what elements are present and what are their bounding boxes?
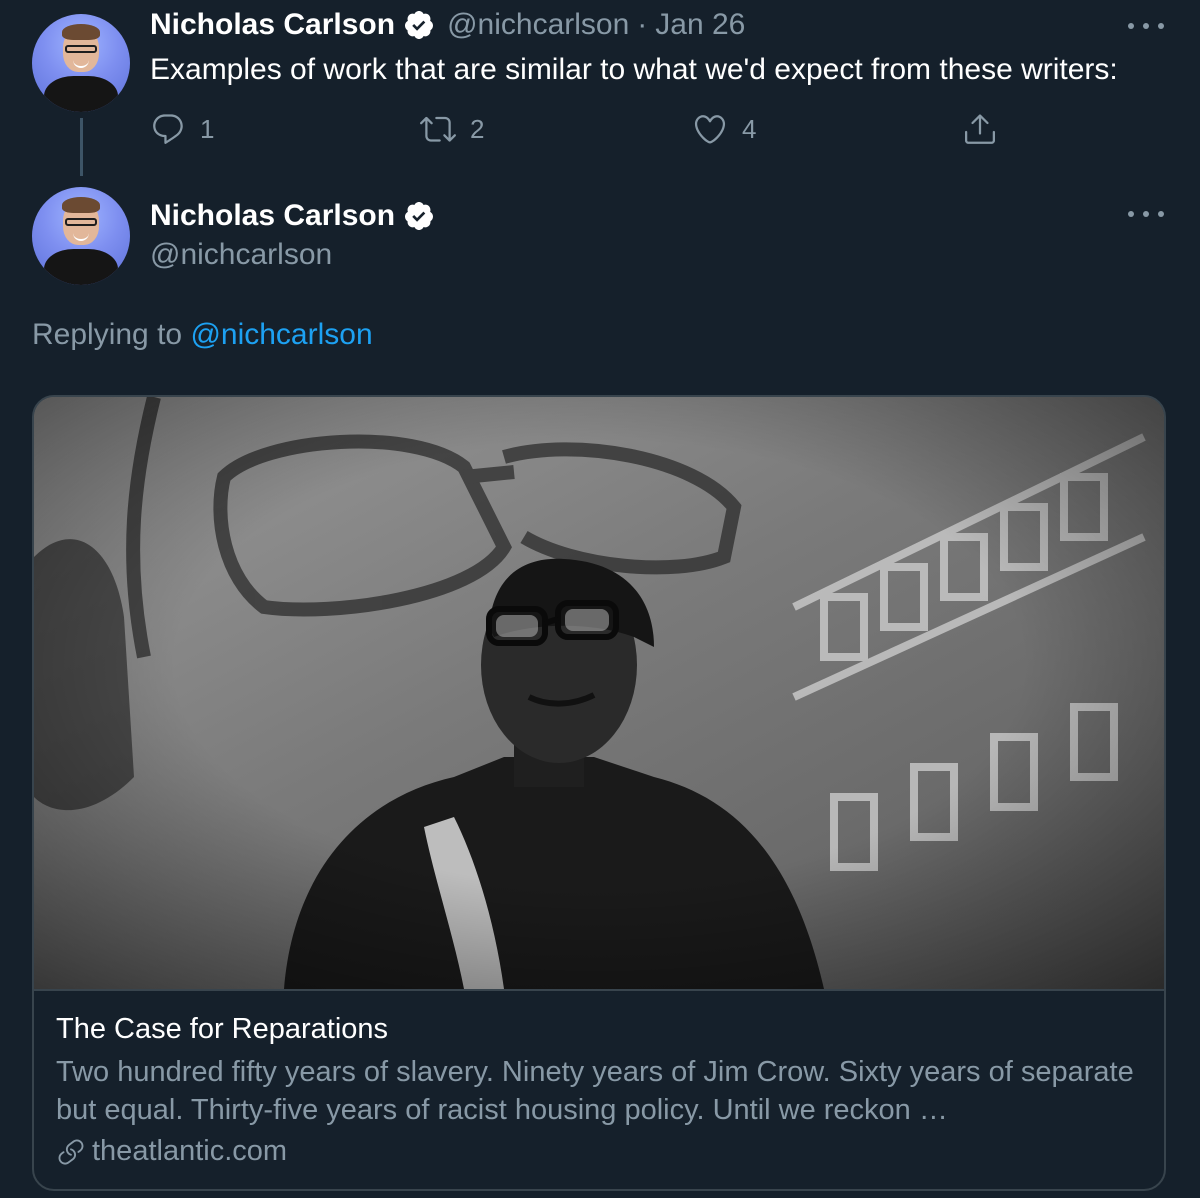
tweet-thread: Nicholas Carlson @nichcarlson · Jan 26 E… (0, 0, 1200, 1198)
author-handle[interactable]: @nichcarlson (447, 8, 629, 42)
card-domain: theatlantic.com (56, 1135, 287, 1168)
more-options-icon[interactable] (1128, 209, 1164, 219)
tweet-text: Examples of work that are similar to wha… (150, 53, 1118, 86)
tweet-1-header: Nicholas Carlson @nichcarlson · Jan 26 (150, 8, 745, 42)
card-description: Two hundred fifty years of slavery. Nine… (56, 1056, 1134, 1126)
author-handle[interactable]: @nichcarlson (150, 238, 332, 272)
tweet-date[interactable]: Jan 26 (655, 8, 745, 42)
link-icon (58, 1139, 84, 1165)
tweet-2-header: Nicholas Carlson (150, 199, 435, 233)
card-domain-text[interactable]: theatlantic.com (92, 1135, 287, 1168)
card-title: The Case for Reparations (56, 1013, 389, 1045)
retweet-icon (420, 116, 456, 142)
card-image[interactable] (34, 397, 1164, 989)
avatar[interactable] (32, 14, 130, 112)
separator-dot: · (637, 8, 648, 41)
share-icon (965, 114, 995, 144)
thread-connector (80, 118, 83, 176)
tweet-actions: 1 2 4 (150, 108, 1010, 150)
reply-button[interactable]: 1 (150, 108, 214, 150)
mention-link[interactable]: @nichcarlson (190, 318, 372, 351)
verified-badge-icon (403, 200, 435, 232)
card-divider (34, 989, 1164, 991)
verified-badge-icon (403, 9, 435, 41)
like-button[interactable]: 4 (692, 108, 756, 150)
like-count: 4 (742, 113, 757, 144)
reply-count: 1 (200, 113, 215, 144)
reply-icon (153, 114, 183, 144)
heart-icon (694, 115, 726, 144)
share-button[interactable] (962, 108, 998, 150)
replying-prefix: Replying to (32, 318, 183, 351)
retweet-button[interactable]: 2 (420, 108, 484, 150)
author-name[interactable]: Nicholas Carlson (150, 199, 395, 233)
more-options-icon[interactable] (1128, 21, 1164, 31)
author-name[interactable]: Nicholas Carlson (150, 8, 395, 42)
replying-to: Replying to @nichcarlson (32, 318, 373, 352)
tweet-1[interactable]: Nicholas Carlson @nichcarlson · Jan 26 E… (0, 0, 1200, 180)
avatar[interactable] (32, 187, 130, 285)
retweet-count: 2 (470, 113, 485, 144)
link-card[interactable]: The Case for Reparations Two hundred fif… (32, 395, 1166, 1191)
